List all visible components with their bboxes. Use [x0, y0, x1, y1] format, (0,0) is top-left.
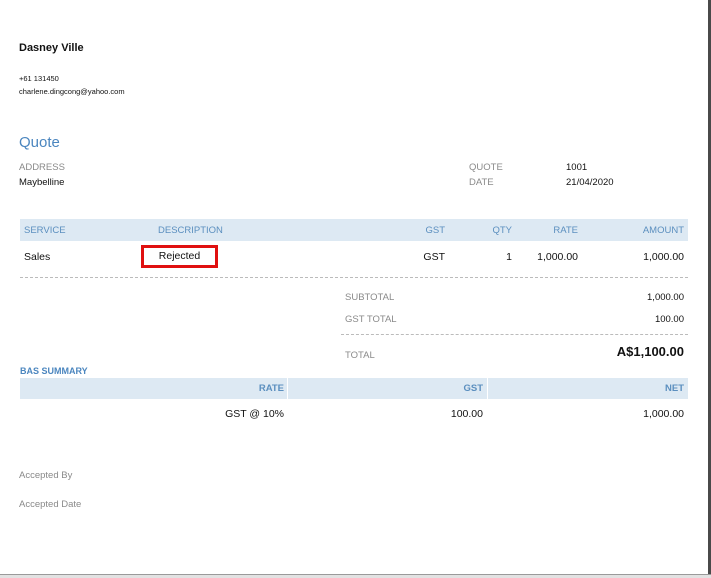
address-value: Maybelline: [19, 177, 65, 188]
items-header-amount: AMOUNT: [642, 225, 684, 236]
company-phone: +61 131450: [19, 74, 59, 83]
quote-date-value: 21/04/2020: [566, 177, 614, 188]
item-amount: 1,000.00: [643, 251, 684, 263]
document-title: Quote: [19, 134, 60, 151]
bas-header-separator: [287, 378, 288, 399]
item-gst: GST: [423, 251, 445, 263]
accepted-by-label: Accepted By: [19, 470, 73, 481]
bas-header-separator: [487, 378, 488, 399]
bas-rate: GST @ 10%: [225, 408, 284, 420]
items-header-bar: [20, 219, 688, 241]
items-header-gst: GST: [425, 225, 445, 236]
quote-number-label: QUOTE: [469, 162, 503, 173]
items-header-description: DESCRIPTION: [158, 225, 223, 236]
items-header-service: SERVICE: [24, 225, 66, 236]
gst-total-value: 100.00: [654, 314, 684, 325]
items-header-qty: QTY: [492, 225, 512, 236]
bas-gst: 100.00: [450, 408, 483, 420]
total-label: TOTAL: [345, 350, 375, 361]
bas-net: 1,000.00: [643, 408, 684, 420]
subtotal-label: SUBTOTAL: [345, 292, 395, 303]
company-name: Dasney Ville: [19, 42, 84, 54]
quote-number-value: 1001: [566, 162, 588, 173]
item-rate: 1,000.00: [537, 251, 578, 263]
gst-total-label: GST TOTAL: [345, 314, 397, 325]
subtotal-value: 1,000.00: [647, 292, 684, 303]
item-qty: 1: [506, 251, 512, 263]
bas-header-rate: RATE: [258, 383, 284, 394]
items-header-rate: RATE: [553, 225, 578, 236]
bas-header-net: NET: [665, 383, 684, 394]
total-value: A$1,100.00: [616, 344, 684, 359]
totals-divider: [341, 334, 688, 335]
accepted-date-label: Accepted Date: [19, 499, 82, 510]
window-border-bottom-line: [0, 574, 711, 575]
item-service: Sales: [24, 251, 51, 263]
address-label: ADDRESS: [19, 162, 65, 173]
bas-header-gst: GST: [463, 383, 483, 394]
company-email: charlene.dingcong@yahoo.com: [19, 87, 125, 96]
quote-date-label: DATE: [469, 177, 494, 188]
items-divider: [20, 277, 688, 278]
status-badge: Rejected: [141, 245, 218, 268]
bas-summary-title: BAS SUMMARY: [20, 366, 88, 376]
